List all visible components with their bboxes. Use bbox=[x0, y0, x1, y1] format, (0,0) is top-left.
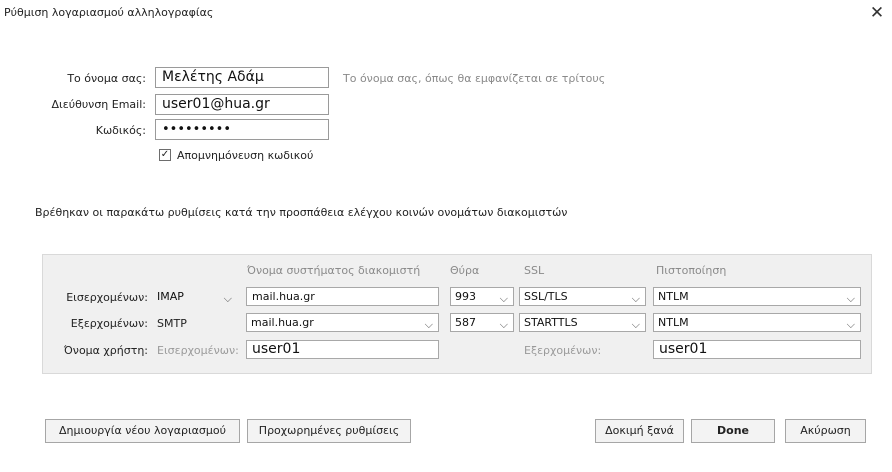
incoming-auth-value: NTLM bbox=[658, 290, 689, 303]
incoming-port-select[interactable]: 993 ⌵ bbox=[450, 287, 514, 306]
discovery-message: Βρέθηκαν οι παρακάτω ρυθμίσεις κατά την … bbox=[35, 206, 568, 219]
incoming-port-value: 993 bbox=[455, 290, 476, 303]
incoming-label: Εισερχομένων: bbox=[66, 291, 148, 304]
incoming-auth-select[interactable]: NTLM ⌵ bbox=[653, 287, 861, 306]
username-incoming-label: Εισερχομένων: bbox=[157, 344, 239, 357]
outgoing-port-value: 587 bbox=[455, 316, 476, 329]
dialog-title: Ρύθμιση λογαριασμού αλληλογραφίας bbox=[4, 6, 214, 19]
outgoing-ssl-select[interactable]: STARTTLS ⌵ bbox=[519, 313, 646, 332]
name-field[interactable]: Μελέτης Αδάμ bbox=[155, 67, 329, 88]
password-field[interactable]: ••••••••• bbox=[155, 119, 329, 140]
chevron-down-icon: ⌵ bbox=[846, 318, 855, 331]
hostname-column-header: Όνομα συστήματος διακομιστή bbox=[247, 264, 421, 277]
incoming-ssl-value: SSL/TLS bbox=[524, 290, 568, 303]
outgoing-protocol: SMTP bbox=[157, 317, 187, 330]
outgoing-auth-value: NTLM bbox=[658, 316, 689, 329]
username-outgoing-label: Εξερχομένων: bbox=[524, 344, 602, 357]
email-field[interactable]: user01@hua.gr bbox=[155, 94, 329, 115]
password-label: Κωδικός: bbox=[95, 124, 146, 137]
outgoing-port-select[interactable]: 587 ⌵ bbox=[450, 313, 514, 332]
advanced-settings-button[interactable]: Προχωρημένες ρυθμίσεις bbox=[247, 419, 411, 443]
close-icon[interactable]: ✕ bbox=[868, 4, 886, 22]
incoming-ssl-select[interactable]: SSL/TLS ⌵ bbox=[519, 287, 646, 306]
outgoing-ssl-value: STARTTLS bbox=[524, 316, 578, 329]
remember-password-checkbox[interactable]: ✓ bbox=[159, 149, 171, 161]
new-account-button[interactable]: Δημιουργία νέου λογαριασμού bbox=[45, 419, 240, 443]
outgoing-auth-select[interactable]: NTLM ⌵ bbox=[653, 313, 861, 332]
chevron-down-icon: ⌵ bbox=[499, 318, 508, 331]
outgoing-hostname-value: mail.hua.gr bbox=[251, 316, 314, 329]
port-column-header: Θύρα bbox=[450, 264, 480, 277]
retest-button[interactable]: Δοκιμή ξανά bbox=[595, 419, 684, 443]
email-label: Διεύθυνση Email: bbox=[51, 98, 146, 111]
incoming-protocol-select[interactable]: IMAP ⌵ bbox=[152, 287, 238, 306]
outgoing-username-field[interactable]: user01 bbox=[653, 340, 861, 359]
outgoing-label: Εξερχομένων: bbox=[70, 317, 148, 330]
remember-password-label: Απομνημόνευση κωδικού bbox=[177, 149, 314, 162]
auth-column-header: Πιστοποίηση bbox=[656, 264, 727, 277]
done-button[interactable]: Done bbox=[691, 419, 775, 443]
chevron-down-icon: ⌵ bbox=[223, 292, 232, 305]
name-label: Το όνομα σας: bbox=[67, 72, 146, 85]
name-hint: Το όνομα σας, όπως θα εμφανίζεται σε τρί… bbox=[343, 72, 606, 85]
cancel-button[interactable]: Ακύρωση bbox=[785, 419, 866, 443]
chevron-down-icon: ⌵ bbox=[631, 292, 640, 305]
incoming-username-field[interactable]: user01 bbox=[246, 340, 439, 359]
incoming-protocol-value: IMAP bbox=[157, 290, 184, 303]
outgoing-hostname-select[interactable]: mail.hua.gr ⌵ bbox=[246, 313, 439, 332]
chevron-down-icon: ⌵ bbox=[424, 318, 433, 331]
ssl-column-header: SSL bbox=[524, 264, 545, 277]
chevron-down-icon: ⌵ bbox=[846, 292, 855, 305]
chevron-down-icon: ⌵ bbox=[631, 318, 640, 331]
chevron-down-icon: ⌵ bbox=[499, 292, 508, 305]
incoming-hostname-field[interactable]: mail.hua.gr bbox=[246, 287, 439, 306]
username-label: Όνομα χρήστη: bbox=[63, 344, 148, 357]
